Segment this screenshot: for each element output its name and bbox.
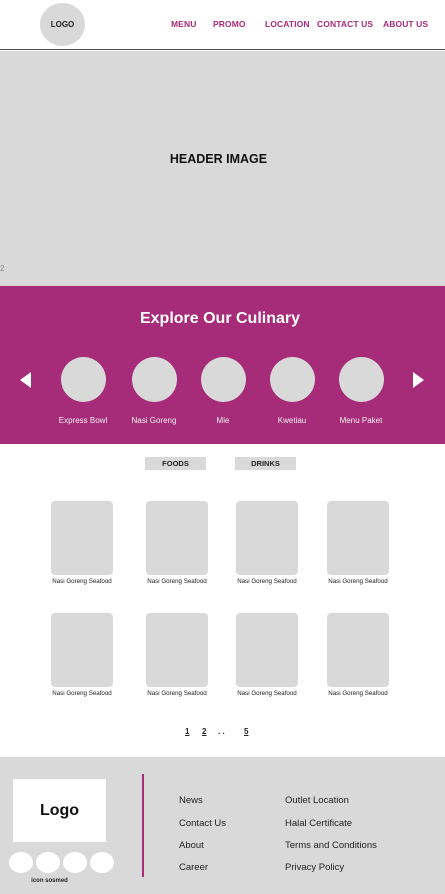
menu-item-image <box>327 501 389 575</box>
menu-card[interactable]: Nasi Goreng Seafood <box>37 613 127 697</box>
menu-card[interactable]: Nasi Goreng Seafood <box>313 501 403 585</box>
menu-item-image <box>51 501 113 575</box>
category-label: Express Bowl <box>58 416 108 425</box>
category-image <box>338 357 384 402</box>
category-nasi-goreng[interactable]: Nasi Goreng <box>119 357 189 425</box>
category-label: Menu Paket <box>339 416 383 425</box>
menu-card[interactable]: Nasi Goreng Seafood <box>222 613 312 697</box>
menu-item-name: Nasi Goreng Seafood <box>237 690 297 697</box>
social-media-icon[interactable] <box>63 852 87 873</box>
tab-drinks[interactable]: DRINKS <box>235 457 296 470</box>
menu-item-name: Nasi Goreng Seafood <box>328 578 388 585</box>
footer-link-halal-certificate[interactable]: Halal Certificate <box>285 818 352 829</box>
tab-foods[interactable]: FOODS <box>145 457 206 470</box>
header-image: HEADER IMAGE 2 <box>0 51 445 286</box>
nav-link-location[interactable]: LOCATION <box>265 19 310 29</box>
menu-item-name: Nasi Goreng Seafood <box>52 578 112 585</box>
page-ellipsis: . . <box>218 727 225 736</box>
logo[interactable]: LOGO <box>40 3 85 46</box>
menu-item-image <box>236 613 298 687</box>
category-image <box>200 357 246 402</box>
category-menu-paket[interactable]: Menu Paket <box>326 357 396 425</box>
page-2-link[interactable]: 2 <box>202 727 206 736</box>
culinary-title: Explore Our Culinary <box>139 310 301 327</box>
category-image <box>269 357 315 402</box>
footer-divider <box>142 774 144 877</box>
footer-link-outlet-location[interactable]: Outlet Location <box>285 795 349 806</box>
top-navbar: LOGO MENU PROMO LOCATION CONTACT US ABOU… <box>0 0 445 50</box>
social-media-icon[interactable] <box>36 852 60 873</box>
category-image <box>60 357 106 402</box>
carousel-prev-arrow-icon[interactable] <box>20 372 31 388</box>
category-label: Mie <box>216 416 230 425</box>
menu-item-image <box>146 613 208 687</box>
menu-item-name: Nasi Goreng Seafood <box>147 578 207 585</box>
category-express-bowl[interactable]: Express Bowl <box>48 357 118 425</box>
category-label: Kwetiau <box>277 416 307 425</box>
category-mie[interactable]: Mie <box>188 357 258 425</box>
footer: Logo icon sosmed News Contact Us About C… <box>0 757 445 894</box>
menu-item-image <box>51 613 113 687</box>
footer-link-career[interactable]: Career <box>179 862 208 873</box>
menu-card[interactable]: Nasi Goreng Seafood <box>37 501 127 585</box>
page-1-link[interactable]: 1 <box>185 727 189 736</box>
menu-item-image <box>146 501 208 575</box>
menu-card[interactable]: Nasi Goreng Seafood <box>132 613 222 697</box>
carousel-next-arrow-icon[interactable] <box>413 372 424 388</box>
menu-card[interactable]: Nasi Goreng Seafood <box>313 613 403 697</box>
menu-item-name: Nasi Goreng Seafood <box>328 690 388 697</box>
menu-item-name: Nasi Goreng Seafood <box>147 690 207 697</box>
nav-link-contact-us[interactable]: CONTACT US <box>317 19 373 29</box>
menu-item-image <box>327 613 389 687</box>
menu-card[interactable]: Nasi Goreng Seafood <box>222 501 312 585</box>
footer-link-terms-and-conditions[interactable]: Terms and Conditions <box>285 840 377 851</box>
header-image-marker: 2 <box>0 264 5 273</box>
social-media-icon[interactable] <box>9 852 33 873</box>
nav-link-about-us[interactable]: ABOUT US <box>383 19 428 29</box>
page-5-link[interactable]: 5 <box>244 727 248 736</box>
nav-link-menu[interactable]: MENU <box>171 19 196 29</box>
menu-card[interactable]: Nasi Goreng Seafood <box>132 501 222 585</box>
category-image <box>131 357 177 402</box>
footer-link-contact-us[interactable]: Contact Us <box>179 818 226 829</box>
category-kwetiau[interactable]: Kwetiau <box>257 357 327 425</box>
nav-link-promo[interactable]: PROMO <box>213 19 246 29</box>
header-image-title: HEADER IMAGE <box>169 152 268 166</box>
social-media-label: icon sosmed <box>31 878 68 884</box>
footer-logo[interactable]: Logo <box>13 779 106 842</box>
footer-link-about[interactable]: About <box>179 840 204 851</box>
culinary-section: Explore Our Culinary Express Bowl Nasi G… <box>0 286 445 444</box>
menu-item-name: Nasi Goreng Seafood <box>237 578 297 585</box>
menu-item-name: Nasi Goreng Seafood <box>52 690 112 697</box>
footer-link-privacy-policy[interactable]: Privacy Policy <box>285 862 344 873</box>
social-media-icon[interactable] <box>90 852 114 873</box>
category-label: Nasi Goreng <box>131 416 177 425</box>
menu-item-image <box>236 501 298 575</box>
footer-link-news[interactable]: News <box>179 795 203 806</box>
